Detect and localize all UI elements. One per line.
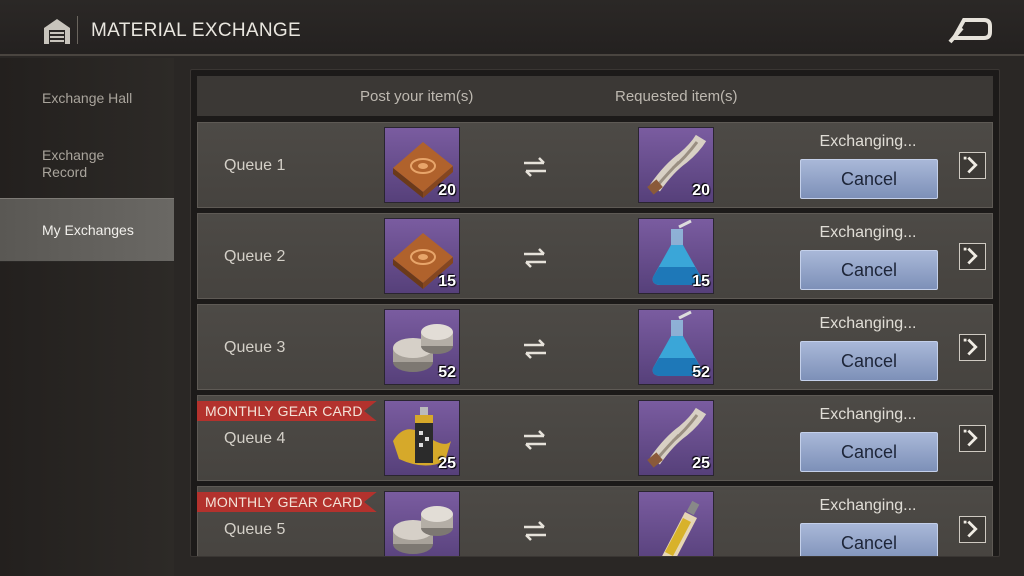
post-item-quantity: 52 xyxy=(438,364,456,381)
cancel-button[interactable]: Cancel xyxy=(800,523,938,556)
chevron-right-icon xyxy=(960,156,985,182)
requested-item-quantity: 20 xyxy=(692,182,710,199)
monthly-gear-card-badge: MONTHLY GEAR CARD xyxy=(197,492,377,512)
queue-label: Queue 2 xyxy=(224,248,286,265)
sidebar-item-my-exchanges[interactable]: My Exchanges xyxy=(0,198,174,262)
requested-item-quantity: 52 xyxy=(692,364,710,381)
top-bar: MATERIAL EXCHANGE xyxy=(0,0,1024,56)
swap-arrows-icon xyxy=(522,430,548,450)
requested-item-slot[interactable]: 52 xyxy=(638,309,714,385)
chevron-right-icon xyxy=(960,520,985,546)
post-item-slot[interactable] xyxy=(384,491,460,556)
requested-item-slot[interactable] xyxy=(638,491,714,556)
requested-item-slot[interactable]: 25 xyxy=(638,400,714,476)
queue-label: Queue 4 xyxy=(224,430,286,447)
details-button[interactable] xyxy=(959,425,986,452)
exchange-row: MONTHLY GEAR CARD Queue 5 Exchanging... Ca… xyxy=(197,486,993,556)
post-item-slot[interactable]: 15 xyxy=(384,218,460,294)
page-title: MATERIAL EXCHANGE xyxy=(91,20,301,41)
sidebar: Exchange Hall Exchange Record My Exchang… xyxy=(0,58,174,576)
cancel-button[interactable]: Cancel xyxy=(800,159,938,199)
chevron-right-icon xyxy=(960,338,985,364)
requested-item-quantity: 15 xyxy=(692,273,710,290)
sidebar-item-label: Exchange Hall xyxy=(42,90,133,106)
post-item-quantity: 15 xyxy=(438,273,456,290)
exchange-status: Exchanging... xyxy=(819,406,917,423)
queue-label: Queue 3 xyxy=(224,339,286,356)
queue-label: Queue 1 xyxy=(224,157,286,174)
exchange-status: Exchanging... xyxy=(819,133,917,150)
requested-item-slot[interactable]: 20 xyxy=(638,127,714,203)
exchange-row: MONTHLY GEAR CARD Queue 4 25 25 Exchangin… xyxy=(197,395,993,481)
exchange-status: Exchanging... xyxy=(819,315,917,332)
sidebar-item-exchange-record[interactable]: Exchange Record xyxy=(0,147,140,181)
details-button[interactable] xyxy=(959,516,986,543)
requested-item-quantity: 25 xyxy=(692,455,710,472)
cancel-button[interactable]: Cancel xyxy=(800,250,938,290)
exchange-row: Queue 2 15 15 Exchanging... Cancel xyxy=(197,213,993,299)
column-header: Post your item(s) Requested item(s) xyxy=(197,76,993,116)
sidebar-item-label: My Exchanges xyxy=(42,221,134,238)
queue-label: Queue 5 xyxy=(224,521,286,538)
exchange-status: Exchanging... xyxy=(819,497,917,514)
monthly-gear-card-badge: MONTHLY GEAR CARD xyxy=(197,401,377,421)
post-item-slot[interactable]: 52 xyxy=(384,309,460,385)
details-button[interactable] xyxy=(959,243,986,270)
exchange-list-panel: Post your item(s) Requested item(s) Queu… xyxy=(190,69,1000,557)
column-post-items: Post your item(s) xyxy=(360,88,474,105)
swap-arrows-icon xyxy=(522,339,548,359)
requested-item-slot[interactable]: 15 xyxy=(638,218,714,294)
chevron-right-icon xyxy=(960,247,985,273)
exchange-status: Exchanging... xyxy=(819,224,917,241)
post-item-quantity: 20 xyxy=(438,182,456,199)
chevron-right-icon xyxy=(960,429,985,455)
cancel-button[interactable]: Cancel xyxy=(800,432,938,472)
swap-arrows-icon xyxy=(522,248,548,268)
swap-arrows-icon xyxy=(522,521,548,541)
sidebar-item-exchange-hall[interactable]: Exchange Hall xyxy=(0,90,174,107)
column-requested-items: Requested item(s) xyxy=(615,88,738,105)
header-divider xyxy=(77,16,78,44)
swap-arrows-icon xyxy=(522,157,548,177)
details-button[interactable] xyxy=(959,152,986,179)
post-item-quantity: 25 xyxy=(438,455,456,472)
exchange-row: Queue 3 52 52 Exchanging... Cancel xyxy=(197,304,993,390)
cancel-button[interactable]: Cancel xyxy=(800,341,938,381)
warehouse-icon xyxy=(44,19,70,44)
exchange-row: Queue 1 20 20 Exchanging... Cancel xyxy=(197,122,993,208)
back-icon[interactable] xyxy=(948,14,994,44)
sidebar-item-label: Exchange Record xyxy=(42,147,105,180)
post-item-slot[interactable]: 20 xyxy=(384,127,460,203)
details-button[interactable] xyxy=(959,334,986,361)
post-item-slot[interactable]: 25 xyxy=(384,400,460,476)
